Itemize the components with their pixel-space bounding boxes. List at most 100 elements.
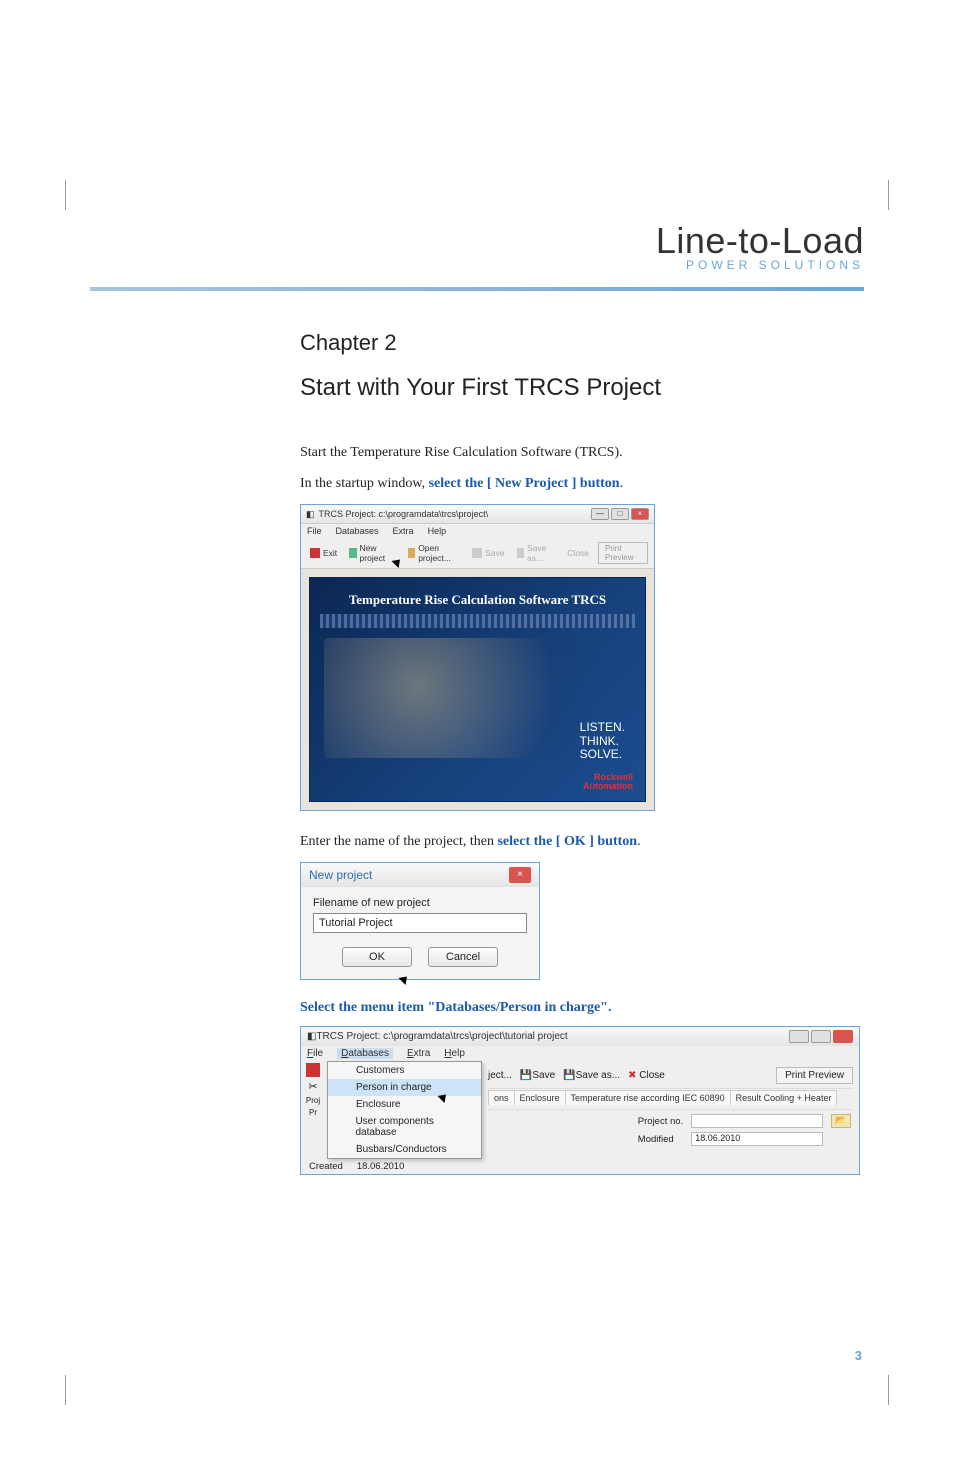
window-title-3: TRCS Project: c:\programdata\trcs\projec… [316,1031,567,1042]
ok-button[interactable]: OK [342,947,412,967]
tab-enclosure[interactable]: Enclosure [514,1090,566,1105]
open-project-button[interactable]: Open project... [405,542,463,564]
save-button[interactable]: 💾Save [520,1070,555,1081]
save-as-button[interactable]: Save as... [514,542,559,564]
created-label: Created [309,1161,343,1172]
para-2: In the startup window, select the [ New … [300,473,864,494]
exit-icon [310,548,320,558]
maximize-button[interactable]: □ [611,508,629,520]
save-as-button[interactable]: 💾Save as... [563,1070,620,1081]
dialog-close-button[interactable]: × [509,867,531,883]
projectno-input[interactable] [691,1114,823,1128]
app-icon: ◧ [306,509,315,520]
sidebar-pr-label: Pr [309,1108,317,1117]
window-titlebar: ◧ TRCS Project: c:\programdata\trcs\proj… [301,505,654,524]
close-button[interactable]: × [631,508,649,520]
splash-title: Temperature Rise Calculation Software TR… [310,578,645,608]
cut-icon[interactable]: ✂ [308,1080,317,1093]
menu-databases[interactable]: Databases [336,526,379,536]
tb-ject[interactable]: ject... [488,1070,512,1081]
menu-item-customers[interactable]: Customers [328,1062,481,1079]
para-1: Start the Temperature Rise Calculation S… [300,442,864,463]
toolbar-3: ject... 💾Save 💾Save as... ✖ Close Print … [488,1065,853,1089]
logo-subtitle: POWER SOLUTIONS [656,258,864,272]
menu-bar: File Databases Extra Help [301,524,654,538]
menu-extra[interactable]: Extra [393,526,414,536]
screenshot-databases-menu: ◧ TRCS Project: c:\programdata\trcs\proj… [300,1026,860,1175]
menu-item-enclosure[interactable]: Enclosure [328,1096,481,1113]
minimize-button[interactable] [789,1030,809,1043]
save-button[interactable]: Save [469,547,507,559]
open-icon [408,548,416,558]
close-project-button[interactable]: Close [564,547,592,559]
toolbar: Exit New project Open project... Save Sa… [301,538,654,569]
app-icon: ◧ [307,1031,316,1042]
para-3: Enter the name of the project, then sele… [300,831,864,852]
tab-temperature[interactable]: Temperature rise according IEC 60890 [565,1090,731,1105]
header-rule [90,287,864,291]
menu-item-busbars[interactable]: Busbars/Conductors [328,1141,481,1158]
logo-title: Line-to-Load [656,220,864,262]
para-3a: Enter the name of the project, then [300,834,497,849]
page-title: Start with Your First TRCS Project [300,374,864,402]
save-as-icon [517,548,524,558]
close-button[interactable]: ✖ Close [628,1070,665,1081]
window-titlebar-3: ◧ TRCS Project: c:\programdata\trcs\proj… [301,1027,859,1046]
save-icon [472,548,482,558]
menu-bar-3: File Databases Extra Help [301,1046,859,1061]
dialog-titlebar: New project × [301,863,539,887]
tabs-row: onsEnclosureTemperature rise according I… [488,1089,853,1109]
modified-value: 18.06.2010 [691,1132,823,1146]
minimize-button[interactable]: — [591,508,609,520]
page-content: Chapter 2 Start with Your First TRCS Pro… [300,330,864,1175]
page-number: 3 [855,1348,862,1363]
created-value: 18.06.2010 [357,1161,405,1172]
menu-databases[interactable]: Databases [337,1048,393,1059]
close-icon: ✖ [628,1070,636,1081]
page-header: Line-to-Load POWER SOLUTIONS [656,220,864,272]
print-preview-button[interactable]: Print Preview [776,1067,853,1084]
para-3c: . [637,834,641,849]
filename-input[interactable]: Tutorial Project [313,913,527,933]
splash-tagline: LISTEN. THINK. SOLVE. [580,721,625,761]
sidebar-proj-label: Proj [306,1096,320,1105]
window-title: TRCS Project: c:\programdata\trcs\projec… [319,509,489,519]
cancel-button[interactable]: Cancel [428,947,498,967]
folder-button[interactable]: 📂 [831,1114,851,1128]
tab-ons[interactable]: ons [488,1090,515,1105]
filename-label: Filename of new project [313,897,527,909]
menu-file[interactable]: File [307,526,322,536]
menu-item-user-components[interactable]: User components database [328,1113,481,1141]
modified-label: Modified [638,1134,683,1145]
menu-help[interactable]: Help [444,1048,465,1059]
save-icon: 💾 [520,1070,532,1081]
menu-file[interactable]: File [307,1048,323,1059]
screenshot-startup-window: ◧ TRCS Project: c:\programdata\trcs\proj… [300,504,655,811]
new-icon [349,548,356,558]
splash-brand: Rockwell Automation [583,773,633,791]
exit-icon[interactable] [306,1063,320,1077]
para-2c: . [620,476,624,491]
menu-item-person-in-charge[interactable]: Person in charge [328,1079,481,1096]
tab-result[interactable]: Result Cooling + Heater [730,1090,838,1105]
para-2a: In the startup window, [300,476,429,491]
chapter-label: Chapter 2 [300,330,864,356]
close-button[interactable] [833,1030,853,1043]
menu-extra[interactable]: Extra [407,1048,430,1059]
para-3-action: select the [ OK ] button [497,834,637,849]
screenshot-new-project-dialog: New project × Filename of new project Tu… [300,862,540,980]
new-project-button[interactable]: New project [346,542,398,564]
menu-help[interactable]: Help [428,526,447,536]
exit-button[interactable]: Exit [307,547,340,559]
print-preview-button[interactable]: Print Preview [598,542,648,564]
restore-button[interactable] [811,1030,831,1043]
project-form: Project no. 📂 Modified 18.06.2010 [488,1109,853,1146]
para-2-action: select the [ New Project ] button [429,476,620,491]
dialog-title: New project [309,868,372,882]
databases-dropdown: Customers Person in charge Enclosure Use… [327,1061,482,1159]
save-as-icon: 💾 [563,1070,575,1081]
menu-select-instruction: Select the menu item "Databases/Person i… [300,1000,864,1016]
splash-screen: Temperature Rise Calculation Software TR… [309,577,646,802]
projectno-label: Project no. [638,1116,683,1127]
splash-strip [320,614,635,628]
